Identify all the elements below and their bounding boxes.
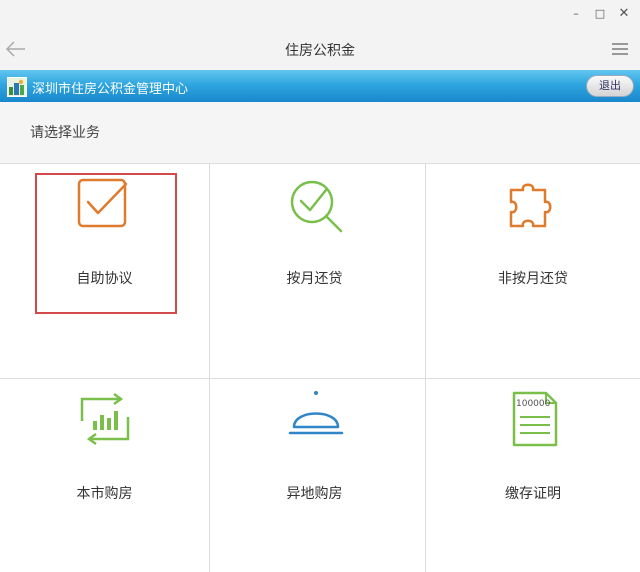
service-bell-icon xyxy=(286,387,346,447)
service-label: 非按月还贷 xyxy=(498,271,568,287)
window-chrome: – □ ✕ xyxy=(0,0,640,28)
service-tile-non-monthly-repay[interactable]: 非按月还贷 xyxy=(426,164,640,377)
section-prompt: 请选择业务 xyxy=(30,125,100,141)
service-tile-self-agreement[interactable]: 自助协议 xyxy=(0,164,209,377)
search-check-icon xyxy=(286,176,346,236)
document-number: 100000 xyxy=(516,399,551,409)
org-banner: 深圳市住房公积金管理中心 退出 xyxy=(0,70,640,102)
service-tile-monthly-repay[interactable]: 按月还贷 xyxy=(210,164,419,377)
service-tile-deposit-certificate[interactable]: 100000 缴存证明 xyxy=(426,379,640,572)
service-label: 自助协议 xyxy=(76,271,133,287)
center-logo-icon xyxy=(7,77,27,97)
minimize-icon[interactable]: – xyxy=(568,6,584,22)
checkbox-icon xyxy=(74,176,134,236)
puzzle-icon xyxy=(503,178,563,238)
document-icon: 100000 xyxy=(504,389,564,449)
service-label: 缴存证明 xyxy=(505,486,561,502)
section-header: 请选择业务 xyxy=(0,102,640,164)
service-label: 本市购房 xyxy=(76,486,133,502)
hamburger-menu-icon[interactable] xyxy=(612,43,628,55)
maximize-icon[interactable]: □ xyxy=(592,6,608,22)
chart-refresh-icon xyxy=(76,391,136,451)
close-icon[interactable]: ✕ xyxy=(616,6,632,22)
service-tile-local-purchase[interactable]: 本市购房 xyxy=(0,379,209,572)
title-bar: 住房公积金 xyxy=(0,28,640,70)
service-grid: 自助协议 按月还贷 非按月还贷 本市购房 异地购房 100000 缴存证明 xyxy=(0,164,640,572)
service-label: 异地购房 xyxy=(286,486,343,502)
service-tile-remote-purchase[interactable]: 异地购房 xyxy=(210,379,419,572)
page-title: 住房公积金 xyxy=(285,43,355,59)
service-label: 按月还贷 xyxy=(286,271,343,287)
org-name: 深圳市住房公积金管理中心 xyxy=(32,82,189,97)
logout-button[interactable]: 退出 xyxy=(586,75,634,97)
